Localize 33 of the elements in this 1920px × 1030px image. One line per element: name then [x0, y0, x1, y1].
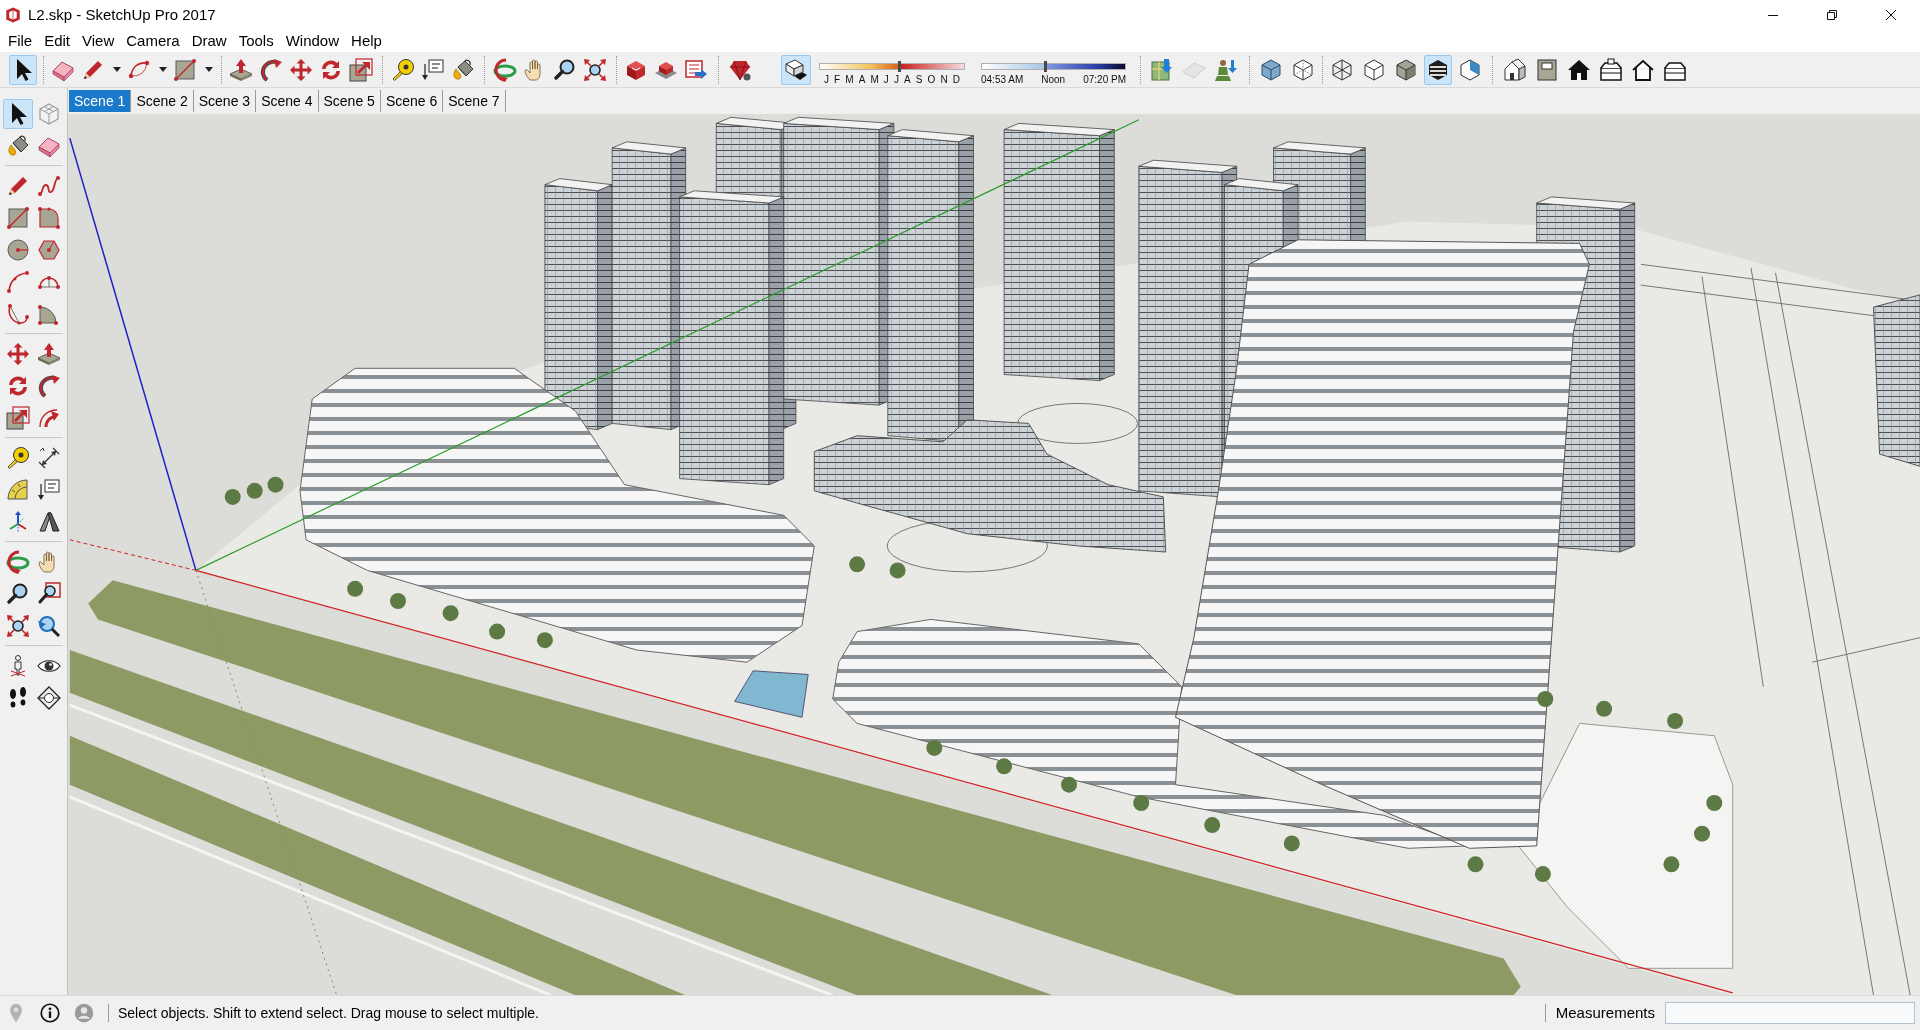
- app-logo-icon: [4, 6, 22, 24]
- caret-icon[interactable]: [159, 67, 167, 72]
- month-label: J: [893, 74, 899, 85]
- caret-icon[interactable]: [205, 67, 213, 72]
- time-label: 07:20 PM: [1083, 74, 1126, 85]
- rectangle-icon[interactable]: [173, 57, 197, 82]
- window-title: L2.skp - SketchUp Pro 2017: [28, 5, 216, 25]
- info-icon[interactable]: [40, 1003, 60, 1023]
- month-label: M: [870, 74, 879, 85]
- scene-tab[interactable]: Scene 1: [69, 90, 132, 112]
- month-label: J: [824, 74, 829, 85]
- minimize-icon[interactable]: [1767, 14, 1778, 16]
- time-label: 04:53 AM: [981, 74, 1024, 85]
- month-label: A: [904, 74, 911, 85]
- month-label: A: [858, 74, 866, 85]
- month-label: N: [940, 74, 948, 85]
- month-label: J: [883, 74, 889, 85]
- close-icon[interactable]: [1885, 10, 1896, 20]
- month-label: S: [915, 74, 923, 85]
- month-label: F: [834, 74, 841, 85]
- time-slider[interactable]: [981, 61, 1126, 72]
- date-slider[interactable]: [819, 61, 965, 72]
- month-label: M: [845, 74, 854, 85]
- month-label: D: [952, 74, 960, 85]
- status-message: Select objects. Shift to extend select. Drag mouse to select multiple.: [118, 1004, 539, 1023]
- restore-icon[interactable]: [1826, 10, 1837, 20]
- time-label: Noon: [1041, 74, 1066, 85]
- slider-thumb[interactable]: [1043, 61, 1047, 72]
- measurements-field[interactable]: [1665, 1002, 1915, 1024]
- caret-icon[interactable]: [113, 67, 121, 72]
- measurements-label: Measurements: [1555, 1003, 1655, 1023]
- month-label: O: [927, 74, 936, 85]
- slider-thumb[interactable]: [898, 61, 902, 72]
